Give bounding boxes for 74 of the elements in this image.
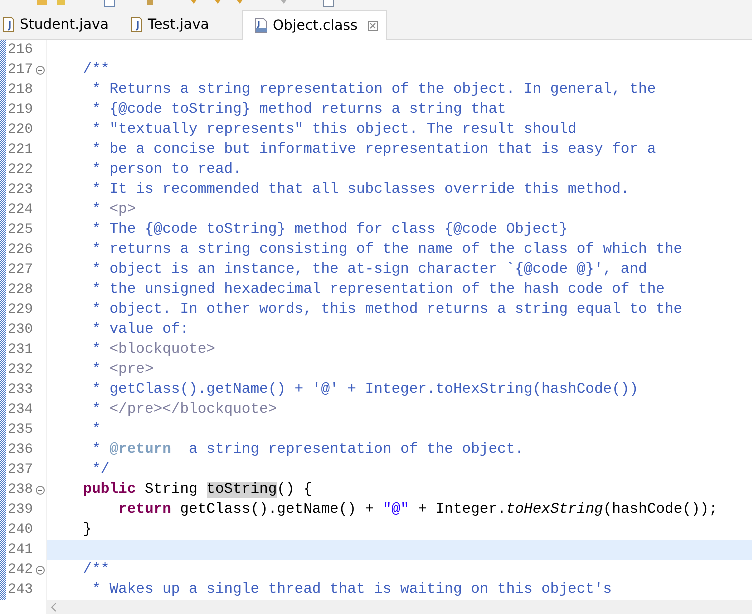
code-line: return getClass().getName() + "@" + Integer.toHexString(hashCode()); — [118, 501, 719, 520]
comment-line: * </pre></blockquote> — [91, 401, 278, 420]
comment-line: * <pre> — [91, 361, 155, 380]
line-number: 223 — [7, 181, 34, 200]
comment-line: * object is an instance, the at-sign character `{@code @}', and — [91, 261, 648, 280]
line-number: 229 — [7, 301, 34, 320]
line-number: 220 — [7, 121, 34, 140]
toolbar-icon[interactable] — [104, 0, 116, 8]
comment-line: * getClass().getName() + '@' + Integer.toHexString(hashCode()) — [91, 381, 640, 400]
comment-line: /** — [82, 561, 111, 580]
comment-line: * object. In other words, this method returns a string equal to the — [91, 301, 684, 320]
line-number: 232 — [7, 361, 34, 380]
comment-line: * @return a string representation of the object. — [91, 441, 525, 460]
line-number: 224 — [7, 201, 34, 220]
code-line: public String toString() { — [82, 481, 314, 500]
scroll-left-icon[interactable] — [51, 602, 57, 612]
line-number: 228 — [7, 281, 34, 300]
comment-line: * It is recommended that all subclasses override this method. — [91, 181, 631, 200]
line-number: 225 — [7, 221, 34, 240]
line-number: 236 — [7, 441, 34, 460]
comment-line: * <p> — [91, 201, 138, 220]
class-file-icon — [253, 18, 269, 34]
comment-line: /** — [82, 61, 111, 80]
line-number: 237 — [7, 461, 34, 480]
toolbar-icon[interactable] — [56, 0, 66, 6]
comment-line: * returns a string consisting of the name of the class of which the — [91, 241, 684, 260]
comment-line: * Wakes up a single thread that is waiting on this object's — [91, 581, 614, 600]
line-number: 243 — [7, 581, 34, 600]
comment-line: * — [91, 421, 102, 440]
line-number: 221 — [7, 141, 34, 160]
line-number: 230 — [7, 321, 34, 340]
java-file-icon — [130, 17, 144, 33]
toolbar-icon[interactable] — [214, 0, 222, 5]
toolbar-icon[interactable] — [36, 0, 48, 6]
comment-line: * person to read. — [91, 161, 243, 180]
comment-line: * Returns a string representation of the object. In general, the — [91, 81, 658, 100]
code-line: } — [82, 521, 94, 540]
editor-tab[interactable]: Test.java — [128, 10, 242, 40]
line-number: 216 — [7, 41, 34, 60]
horizontal-scrollbar[interactable] — [46, 600, 752, 614]
toolbar-icon[interactable] — [280, 0, 288, 5]
comment-line: * value of: — [91, 321, 190, 340]
line-number: 219 — [7, 101, 34, 120]
line-number: 234 — [7, 401, 34, 420]
close-icon[interactable] — [368, 20, 378, 30]
toolbar-icon[interactable] — [146, 0, 154, 6]
line-number: 239 — [7, 501, 34, 520]
line-number: 233 — [7, 381, 34, 400]
editor-tab[interactable]: Student.java — [0, 10, 128, 40]
comment-line: * the unsigned hexadecimal representation of the hash code of the — [91, 281, 666, 300]
toolbar-icon[interactable] — [190, 0, 198, 5]
comment-line: */ — [91, 461, 111, 480]
comment-line: * <blockquote> — [91, 341, 216, 360]
collapse-icon[interactable] — [36, 66, 45, 74]
line-number: 226 — [7, 241, 34, 260]
collapse-icon[interactable] — [36, 566, 45, 574]
toolbar-icon[interactable] — [323, 0, 335, 8]
line-number: 242 — [7, 561, 34, 580]
line-number: 218 — [7, 81, 34, 100]
line-number: 238 — [7, 481, 34, 500]
comment-line: * The {@code toString} method for class {@code Object} — [91, 221, 570, 240]
comment-line: * be a concise but informative representation that is easy for a — [91, 141, 658, 160]
line-number: 227 — [7, 261, 34, 280]
line-number: 217 — [7, 61, 34, 80]
comment-line: * {@code toString} method returns a string that — [91, 101, 508, 120]
line-number: 241 — [7, 541, 34, 560]
editor-tab[interactable]: Object.class — [242, 10, 387, 40]
line-number: 240 — [7, 521, 34, 540]
line-number: 222 — [7, 161, 34, 180]
line-number: 231 — [7, 341, 34, 360]
toolbar-icon[interactable] — [236, 0, 244, 5]
collapse-icon[interactable] — [36, 486, 45, 494]
comment-line: * "textually represents" this object. The result should — [91, 121, 578, 140]
line-number: 235 — [7, 421, 34, 440]
